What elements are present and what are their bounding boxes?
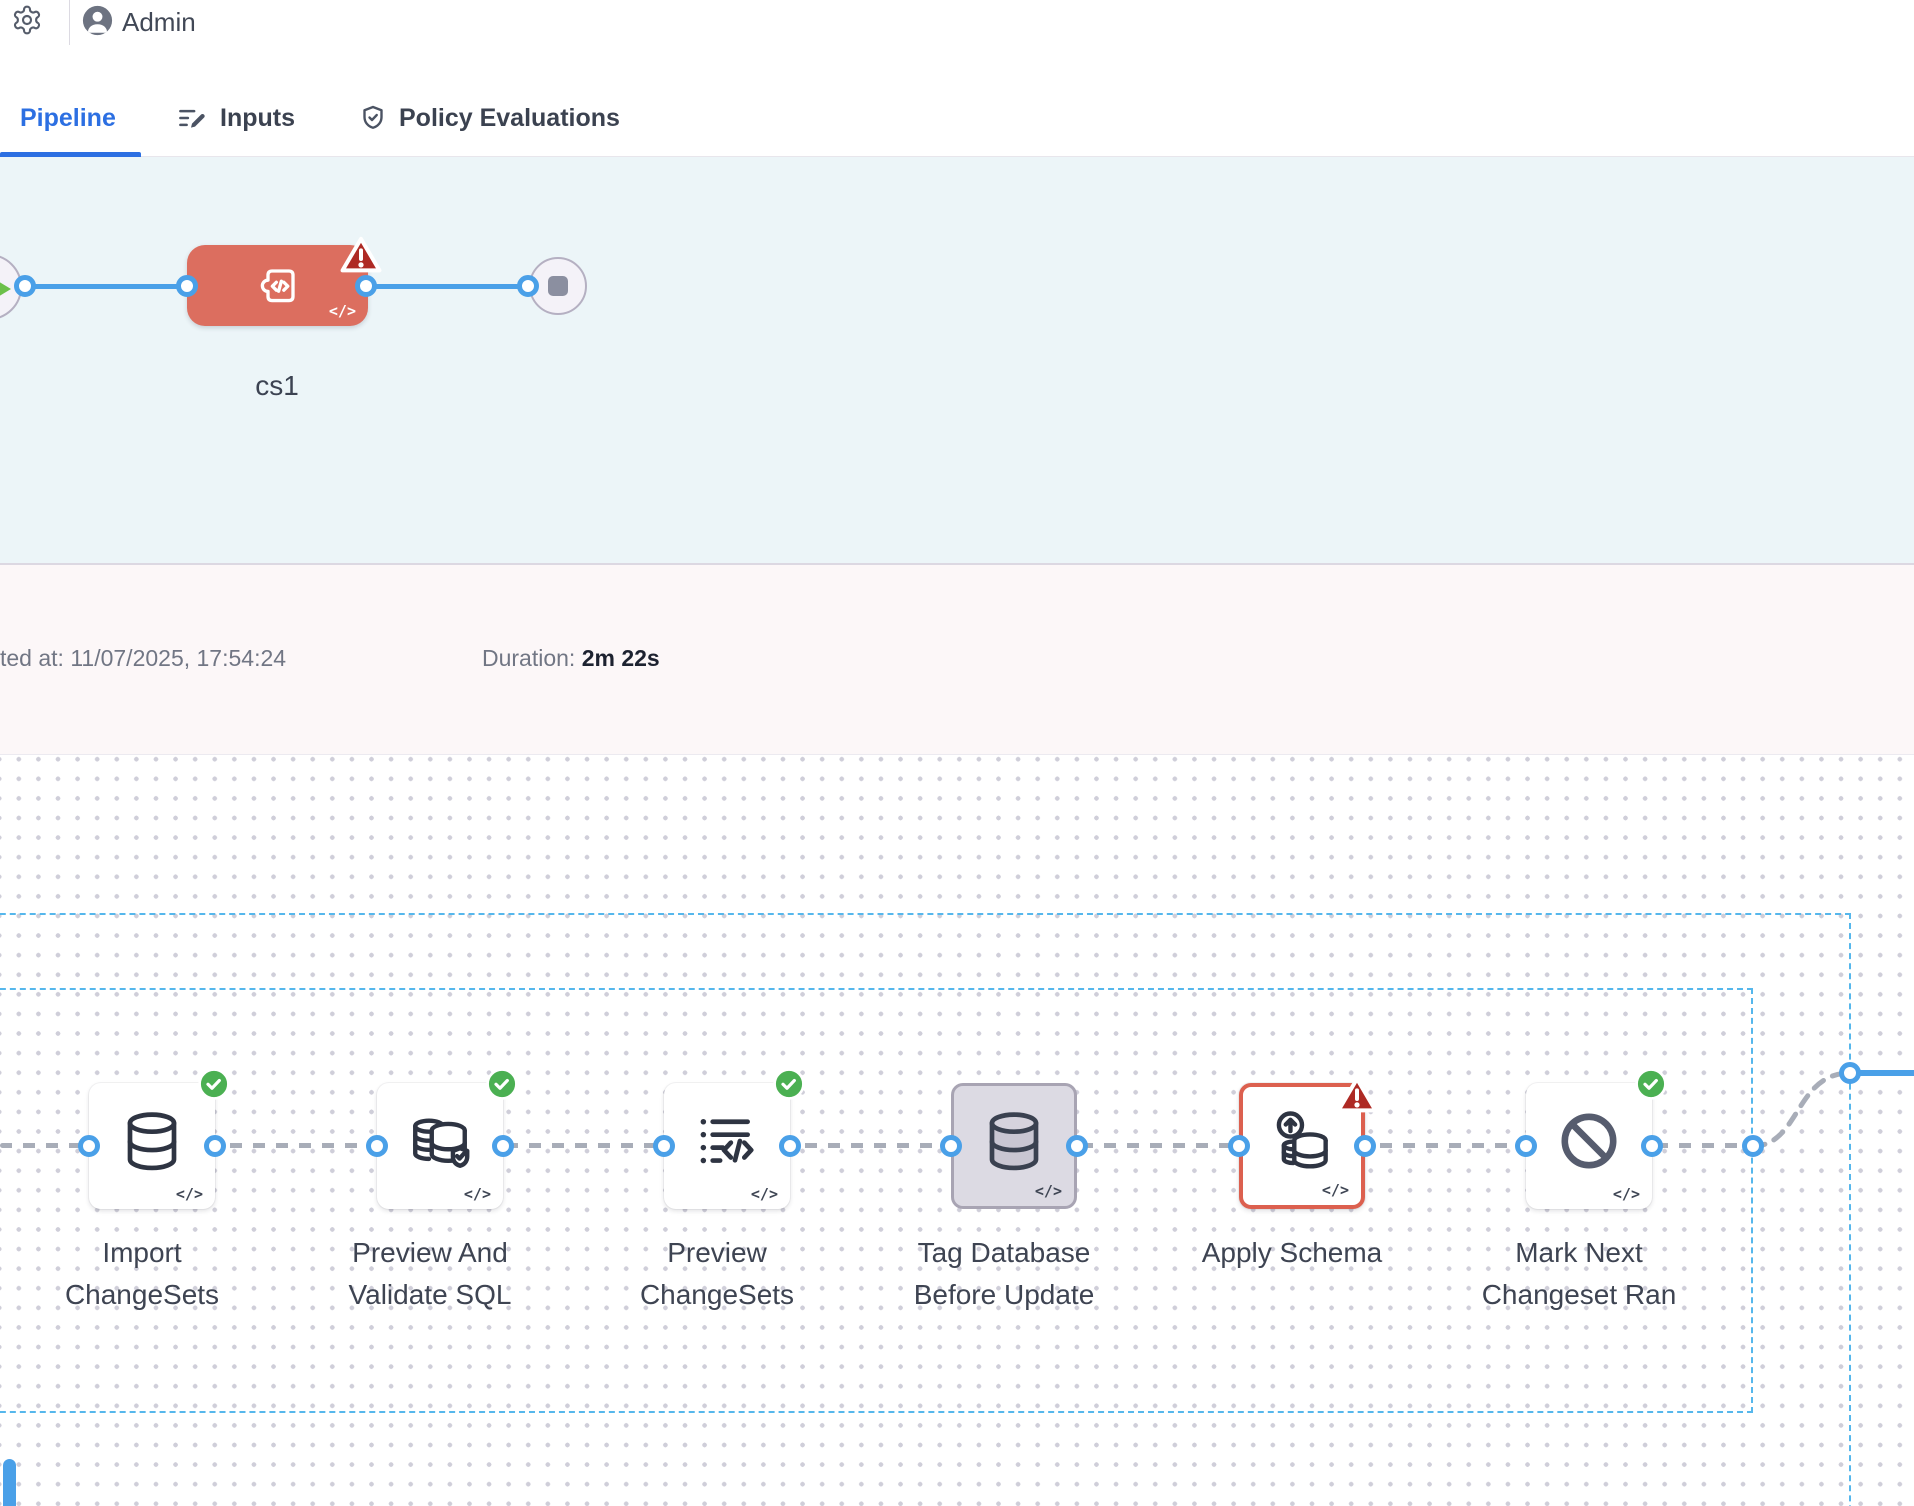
duration-value: 2m 22s xyxy=(582,645,660,671)
stage-label: Tag Database Before Update xyxy=(899,1232,1109,1316)
tab-policy-evaluations[interactable]: Policy Evaluations xyxy=(399,104,620,133)
port xyxy=(1641,1135,1663,1157)
success-check-icon xyxy=(486,1068,518,1100)
database-icon xyxy=(119,1108,185,1174)
stage-canvas[interactable]: </> xyxy=(0,755,1914,1506)
stage-label: Mark Next Changeset Ran xyxy=(1474,1232,1684,1316)
topbar-divider xyxy=(69,0,70,45)
port xyxy=(1839,1062,1861,1084)
port xyxy=(779,1135,801,1157)
tab-inputs[interactable]: Inputs xyxy=(220,104,295,133)
code-badge-glyph: </> xyxy=(176,1185,203,1203)
port xyxy=(176,275,198,297)
top-bar: Admin xyxy=(0,0,1914,73)
admin-user-label[interactable]: Admin xyxy=(122,7,196,38)
run-status-bar: ted at: 11/07/2025, 17:54:24 Duration: 2… xyxy=(0,565,1914,755)
edge-cs1-to-end xyxy=(366,284,528,289)
port xyxy=(366,1135,388,1157)
user-avatar-icon[interactable] xyxy=(80,3,115,38)
pipeline-overview-panel[interactable]: </> cs1 xyxy=(0,157,1914,563)
play-icon xyxy=(0,280,11,298)
duration-text: Duration: 2m 22s xyxy=(482,645,660,672)
port xyxy=(14,275,36,297)
node-cs1-label: cs1 xyxy=(227,370,327,402)
plugin-code-icon xyxy=(253,261,303,311)
list-code-icon xyxy=(694,1108,760,1174)
stage-connector-line xyxy=(0,1143,1753,1148)
port xyxy=(78,1135,100,1157)
port xyxy=(1066,1135,1088,1157)
stage-label: Import ChangeSets xyxy=(37,1232,247,1316)
port xyxy=(355,275,377,297)
stage-node-mark-next-changeset[interactable]: </> xyxy=(1526,1083,1652,1209)
stage-node-import-changesets[interactable]: </> xyxy=(89,1083,215,1209)
success-check-icon xyxy=(773,1068,805,1100)
warning-badge-icon xyxy=(339,235,383,275)
port xyxy=(653,1135,675,1157)
warning-badge-icon xyxy=(1335,1075,1379,1115)
stop-icon xyxy=(548,276,568,296)
inner-group-border xyxy=(0,988,1753,1413)
port xyxy=(517,275,539,297)
port xyxy=(1742,1135,1764,1157)
port xyxy=(940,1135,962,1157)
port xyxy=(492,1135,514,1157)
success-check-icon xyxy=(1635,1068,1667,1100)
stage-node-tag-database[interactable]: </> xyxy=(951,1083,1077,1209)
code-badge-glyph: </> xyxy=(1613,1185,1640,1203)
tab-pipeline[interactable]: Pipeline xyxy=(20,104,116,133)
code-badge-glyph: </> xyxy=(1322,1181,1349,1199)
duration-label: Duration: xyxy=(482,645,575,671)
policy-shield-check-icon xyxy=(358,103,388,133)
stage-label: Apply Schema xyxy=(1187,1232,1397,1274)
code-badge-glyph: </> xyxy=(751,1185,778,1203)
tabs-bar: Pipeline Inputs Policy Evaluations xyxy=(0,72,1914,157)
stage-node-apply-schema[interactable]: </> xyxy=(1239,1083,1365,1209)
success-check-icon xyxy=(198,1068,230,1100)
port xyxy=(1228,1135,1250,1157)
started-at-text: ted at: 11/07/2025, 17:54:24 xyxy=(0,645,286,672)
scroll-indicator[interactable] xyxy=(3,1459,16,1506)
stage-label: Preview ChangeSets xyxy=(612,1232,822,1316)
code-badge-glyph: </> xyxy=(1035,1182,1062,1200)
database-filled-icon xyxy=(981,1108,1047,1174)
stage-label: Preview And Validate SQL xyxy=(325,1232,535,1316)
code-badge-glyph: </> xyxy=(464,1185,491,1203)
code-badge-glyph: </> xyxy=(329,302,356,320)
port xyxy=(1354,1135,1376,1157)
stage-node-preview-changesets[interactable]: </> xyxy=(664,1083,790,1209)
ban-icon xyxy=(1556,1108,1622,1174)
inputs-edit-icon xyxy=(176,103,206,133)
edge-start-to-cs1 xyxy=(25,284,187,289)
upload-database-icon xyxy=(1269,1108,1335,1174)
settings-gear-icon[interactable] xyxy=(11,4,43,36)
stage-node-preview-validate-sql[interactable]: </> xyxy=(377,1083,503,1209)
database-check-icon xyxy=(407,1108,473,1174)
port xyxy=(204,1135,226,1157)
port xyxy=(1515,1135,1537,1157)
app-window: Admin Pipeline Inputs Policy Evaluations xyxy=(0,0,1914,1506)
